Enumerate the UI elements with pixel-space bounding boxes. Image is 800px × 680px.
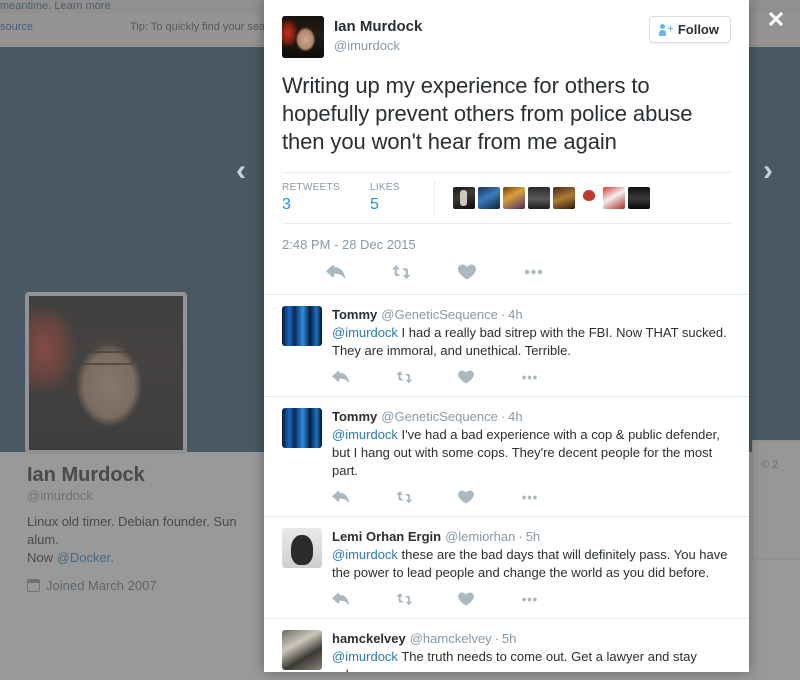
chevron-left-icon[interactable]: ‹: [236, 156, 246, 186]
reply-item[interactable]: Tommy @GeneticSequence · 4h @imurdock I had …: [264, 295, 749, 397]
reply-timestamp[interactable]: 4h: [508, 307, 522, 322]
main-tweet-author: Ian Murdock @imurdock: [334, 16, 422, 54]
reply-text: @imurdock these are the bad days that wi…: [332, 547, 728, 580]
avatar-ian-murdock[interactable]: [282, 16, 324, 58]
reply-text: @imurdock The truth needs to come out. G…: [332, 649, 697, 672]
main-tweet: Ian Murdock @imurdock Follow Writing up …: [264, 0, 749, 294]
main-tweet-timestamp[interactable]: 2:48 PM - 28 Dec 2015: [282, 224, 731, 252]
reply-icon[interactable]: [332, 590, 395, 608]
like-heart-icon[interactable]: [458, 590, 521, 608]
liker-avatar-2[interactable]: [477, 187, 500, 209]
follow-button-label: Follow: [677, 22, 719, 37]
reply-meta: Tommy @GeneticSequence · 4h: [332, 306, 731, 323]
main-tweet-author-name[interactable]: Ian Murdock: [334, 17, 422, 36]
follow-person-plus-icon: [658, 23, 673, 36]
reply-meta: Lemi Orhan Ergin @lemiorhan · 5h: [332, 528, 731, 545]
reply-mention[interactable]: @imurdock: [332, 649, 398, 664]
reply-meta-separator: ·: [494, 631, 499, 646]
likes-value: 5: [369, 196, 379, 213]
liker-avatar-1[interactable]: [452, 187, 475, 209]
retweet-icon[interactable]: [395, 488, 458, 506]
more-ellipsis-icon[interactable]: [500, 263, 566, 281]
like-heart-icon[interactable]: [434, 263, 500, 281]
liker-avatar-7[interactable]: [602, 187, 625, 209]
reply-author-name[interactable]: Tommy: [332, 307, 377, 322]
reply-timestamp[interactable]: 5h: [526, 529, 540, 544]
avatar-image: [282, 16, 324, 58]
reply-mention[interactable]: @imurdock: [332, 427, 398, 442]
reply-meta-separator: ·: [500, 409, 506, 424]
reply-body: Tommy @GeneticSequence · 4h @imurdock I've h…: [332, 408, 731, 516]
reply-body: hamckelvey @hamckelvey · 5h @imurdock The tr…: [332, 630, 731, 672]
reply-actions: [332, 480, 731, 516]
main-tweet-stats: RETWEETS 3 LIKES 5: [282, 172, 731, 224]
retweet-icon[interactable]: [395, 368, 458, 386]
likes-label: LIKES: [369, 182, 400, 193]
retweets-value: 3: [282, 196, 291, 213]
reply-avatar-wrap: [282, 408, 322, 516]
reply-avatar-wrap: [282, 630, 322, 672]
reply-author-handle[interactable]: @GeneticSequence: [381, 307, 498, 322]
likes-stat[interactable]: LIKES 5: [370, 182, 400, 214]
avatar-hamckelvey[interactable]: [282, 630, 322, 670]
like-heart-icon[interactable]: [458, 488, 521, 506]
reply-body: Tommy @GeneticSequence · 4h @imurdock I had …: [332, 306, 731, 396]
avatar-tommy[interactable]: [282, 306, 322, 346]
main-tweet-text: Writing up my experience for others to h…: [282, 73, 693, 154]
reply-author-handle[interactable]: @GeneticSequence: [381, 409, 498, 424]
reply-author-name[interactable]: hamckelvey: [332, 631, 406, 646]
retweet-icon[interactable]: [368, 263, 434, 281]
reply-author-name[interactable]: Tommy: [332, 409, 377, 424]
tweet-permalink-modal: Ian Murdock @imurdock Follow Writing up …: [264, 0, 749, 672]
reply-actions: [332, 582, 731, 618]
reply-item[interactable]: Lemi Orhan Ergin @lemiorhan · 5h @imurdock t…: [264, 517, 749, 619]
more-ellipsis-icon[interactable]: [521, 590, 584, 608]
reply-icon[interactable]: [332, 368, 395, 386]
retweets-stat[interactable]: RETWEETS 3: [282, 182, 340, 214]
reply-body: Lemi Orhan Ergin @lemiorhan · 5h @imurdock t…: [332, 528, 731, 618]
reply-timestamp[interactable]: 5h: [502, 631, 516, 646]
liker-avatar-5[interactable]: [552, 187, 575, 209]
liker-avatar-3[interactable]: [502, 187, 525, 209]
close-icon[interactable]: ✕: [764, 9, 788, 33]
avatar-tommy[interactable]: [282, 408, 322, 448]
page-root: meantime. Learn more source Tip: To quic…: [0, 0, 800, 680]
reply-mention[interactable]: @imurdock: [332, 325, 398, 340]
reply-meta: hamckelvey @hamckelvey · 5h: [332, 630, 731, 647]
avatar-lemi-orhan-ergin[interactable]: [282, 528, 322, 568]
reply-text: @imurdock I had a really bad sitrep with…: [332, 325, 727, 358]
retweet-icon[interactable]: [395, 590, 458, 608]
liker-avatars: [452, 182, 650, 214]
liker-avatar-4[interactable]: [527, 187, 550, 209]
reply-avatar-wrap: [282, 306, 322, 396]
more-ellipsis-icon[interactable]: [521, 488, 584, 506]
reply-icon[interactable]: [302, 263, 368, 281]
reply-meta: Tommy @GeneticSequence · 4h: [332, 408, 731, 425]
reply-text: @imurdock I've had a bad experience with…: [332, 427, 720, 478]
main-tweet-header: Ian Murdock @imurdock Follow: [282, 16, 731, 58]
reply-mention[interactable]: @imurdock: [332, 547, 398, 562]
follow-button[interactable]: Follow: [648, 16, 731, 43]
like-heart-icon[interactable]: [458, 368, 521, 386]
reply-timestamp[interactable]: 4h: [508, 409, 522, 424]
reply-icon[interactable]: [332, 488, 395, 506]
reply-item[interactable]: hamckelvey @hamckelvey · 5h @imurdock The tr…: [264, 619, 749, 672]
main-tweet-actions: [282, 252, 731, 294]
more-ellipsis-icon[interactable]: [521, 368, 584, 386]
stats-divider: [433, 180, 435, 216]
main-tweet-author-handle[interactable]: @imurdock: [334, 37, 422, 54]
retweets-label: RETWEETS: [282, 182, 340, 193]
reply-author-handle[interactable]: @lemiorhan: [445, 529, 515, 544]
liker-avatar-8[interactable]: [627, 187, 650, 209]
replies-list: Tommy @GeneticSequence · 4h @imurdock I had …: [264, 294, 749, 672]
chevron-right-icon[interactable]: ›: [763, 156, 773, 186]
reply-meta-separator: ·: [500, 307, 506, 322]
reply-actions: [332, 360, 731, 396]
reply-item[interactable]: Tommy @GeneticSequence · 4h @imurdock I've h…: [264, 397, 749, 517]
reply-meta-separator: ·: [518, 529, 523, 544]
reply-author-handle[interactable]: @hamckelvey: [410, 631, 492, 646]
liker-avatar-6[interactable]: [577, 187, 600, 209]
reply-avatar-wrap: [282, 528, 322, 618]
reply-author-name[interactable]: Lemi Orhan Ergin: [332, 529, 441, 544]
